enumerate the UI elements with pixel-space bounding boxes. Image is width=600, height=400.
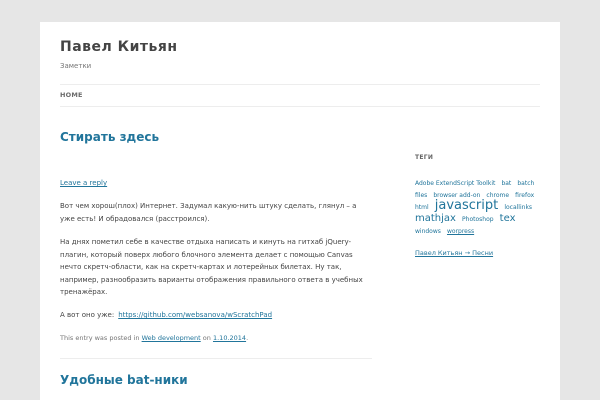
tag-cloud: Adobe ExtendScript Toolkit bat batch fil…	[415, 176, 543, 236]
tag-link[interactable]: javascript	[435, 198, 498, 213]
github-link[interactable]: https://github.com/websanova/wScratchPad	[118, 311, 272, 319]
leave-reply-link[interactable]: Leave a reply	[60, 179, 107, 187]
entry-meta-prefix: This entry was posted in	[60, 334, 140, 342]
tag-link[interactable]: tex	[500, 213, 516, 224]
entry-meta: This entry was posted in Web development…	[60, 334, 248, 342]
tag-link[interactable]: firefox	[515, 192, 534, 199]
site-title[interactable]: Павел Китьян	[60, 39, 178, 55]
nav-divider	[60, 106, 540, 107]
tags-widget-title: ТЕГИ	[415, 154, 434, 161]
tag-link[interactable]: bat	[501, 180, 511, 187]
entry-meta-on: on	[202, 334, 211, 342]
entry-meta-end: .	[246, 334, 249, 342]
header-divider	[60, 84, 540, 85]
tag-link[interactable]: html	[415, 204, 429, 211]
tag-link[interactable]: Adobe ExtendScript Toolkit	[415, 180, 495, 187]
tag-link[interactable]: windows	[415, 228, 441, 235]
date-link[interactable]: 1.10.2014	[213, 334, 246, 342]
post-paragraph: Вот чем хорош(плох) Интернет. Задумал ка…	[60, 202, 357, 223]
entry-divider	[60, 358, 372, 359]
tag-link[interactable]: locallinks	[504, 204, 532, 211]
tag-link[interactable]: worpress	[447, 228, 474, 235]
post-paragraph: На днях пометил себе в качестве отдыха н…	[60, 238, 363, 296]
category-link[interactable]: Web development	[142, 334, 201, 342]
tag-link[interactable]: mathjax	[415, 213, 456, 224]
nav-home-link[interactable]: HOME	[60, 91, 83, 99]
post-title[interactable]: Удобные bat-ники	[60, 373, 188, 387]
post-paragraph-with-link: А вот оно уже: https://github.com/websano…	[60, 309, 365, 322]
post-paragraph-text: А вот оно уже:	[60, 311, 115, 319]
tag-link[interactable]: Photoshop	[462, 216, 494, 223]
post-title[interactable]: Стирать здесь	[60, 130, 159, 144]
blogroll-link[interactable]: Павел Китьян → Песни	[415, 249, 493, 257]
site-description: Заметки	[60, 62, 92, 70]
page-container: Павел Китьян Заметки HOME Стирать здесь …	[40, 22, 560, 400]
